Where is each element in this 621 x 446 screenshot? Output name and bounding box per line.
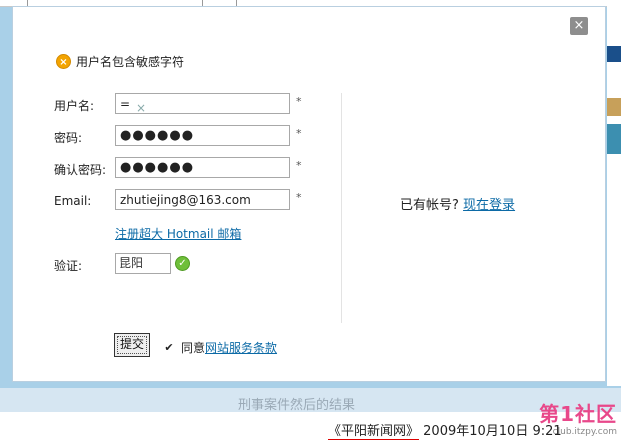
footer-source: 《平阳新闻网》 (328, 424, 420, 440)
background-article: 刑事案件然后的结果 《平阳新闻网》 2009年10月10日 9:21 (0, 388, 621, 446)
footer-date: 2009年10月10日 (423, 424, 529, 439)
agree-checkbox[interactable]: ✔ (163, 341, 175, 354)
required-mark: * (296, 159, 302, 172)
terms-link[interactable]: 网站服务条款 (205, 339, 277, 356)
error-text: 用户名包含敏感字符 (76, 55, 185, 69)
login-link[interactable]: 现在登录 (463, 198, 515, 213)
required-mark: * (296, 191, 302, 204)
watermark: 第1社区 club.itzpy.com (537, 398, 617, 437)
register-dialog: × × 用户名包含敏感字符 用户名: × * 密码: * 确认密码: * Ema… (12, 6, 606, 382)
confirm-password-input[interactable] (115, 157, 290, 178)
password-input[interactable] (115, 125, 290, 146)
email-label: Email: (54, 194, 92, 208)
submit-button[interactable]: 提交 (114, 333, 150, 357)
clear-icon[interactable]: × (136, 101, 146, 115)
background-faded-text: 刑事案件然后的结果 (238, 398, 356, 413)
captcha-input[interactable]: 昆阳 (115, 253, 171, 274)
background-right-edge (607, 6, 621, 386)
required-mark: * (296, 127, 302, 140)
background-block (607, 46, 621, 62)
have-account-text: 已有帐号? (400, 198, 459, 213)
agree-text: 同意 (181, 341, 206, 355)
background-block (607, 124, 621, 154)
error-message: × 用户名包含敏感字符 (56, 53, 184, 70)
required-mark: * (296, 95, 302, 108)
agree-terms: ✔ 同意 网站服务条款 (163, 339, 277, 356)
watermark-logo: 第1社区 (539, 402, 617, 426)
watermark-url: club.itzpy.com (552, 427, 617, 437)
login-prompt: 已有帐号? 现在登录 (400, 194, 515, 213)
confirm-password-label: 确认密码: (54, 163, 107, 177)
background-block (607, 98, 621, 116)
email-input[interactable] (115, 189, 290, 210)
username-label: 用户名: (54, 99, 95, 113)
vertical-divider (341, 93, 342, 323)
article-footer: 《平阳新闻网》 2009年10月10日 9:21 (328, 420, 562, 440)
close-icon[interactable]: × (570, 17, 588, 35)
captcha-label: 验证: (54, 259, 83, 273)
password-label: 密码: (54, 131, 83, 145)
register-hotmail-link[interactable]: 注册超大 Hotmail 邮箱 (115, 225, 241, 242)
check-icon: ✓ (175, 256, 190, 271)
error-icon: × (56, 54, 71, 69)
